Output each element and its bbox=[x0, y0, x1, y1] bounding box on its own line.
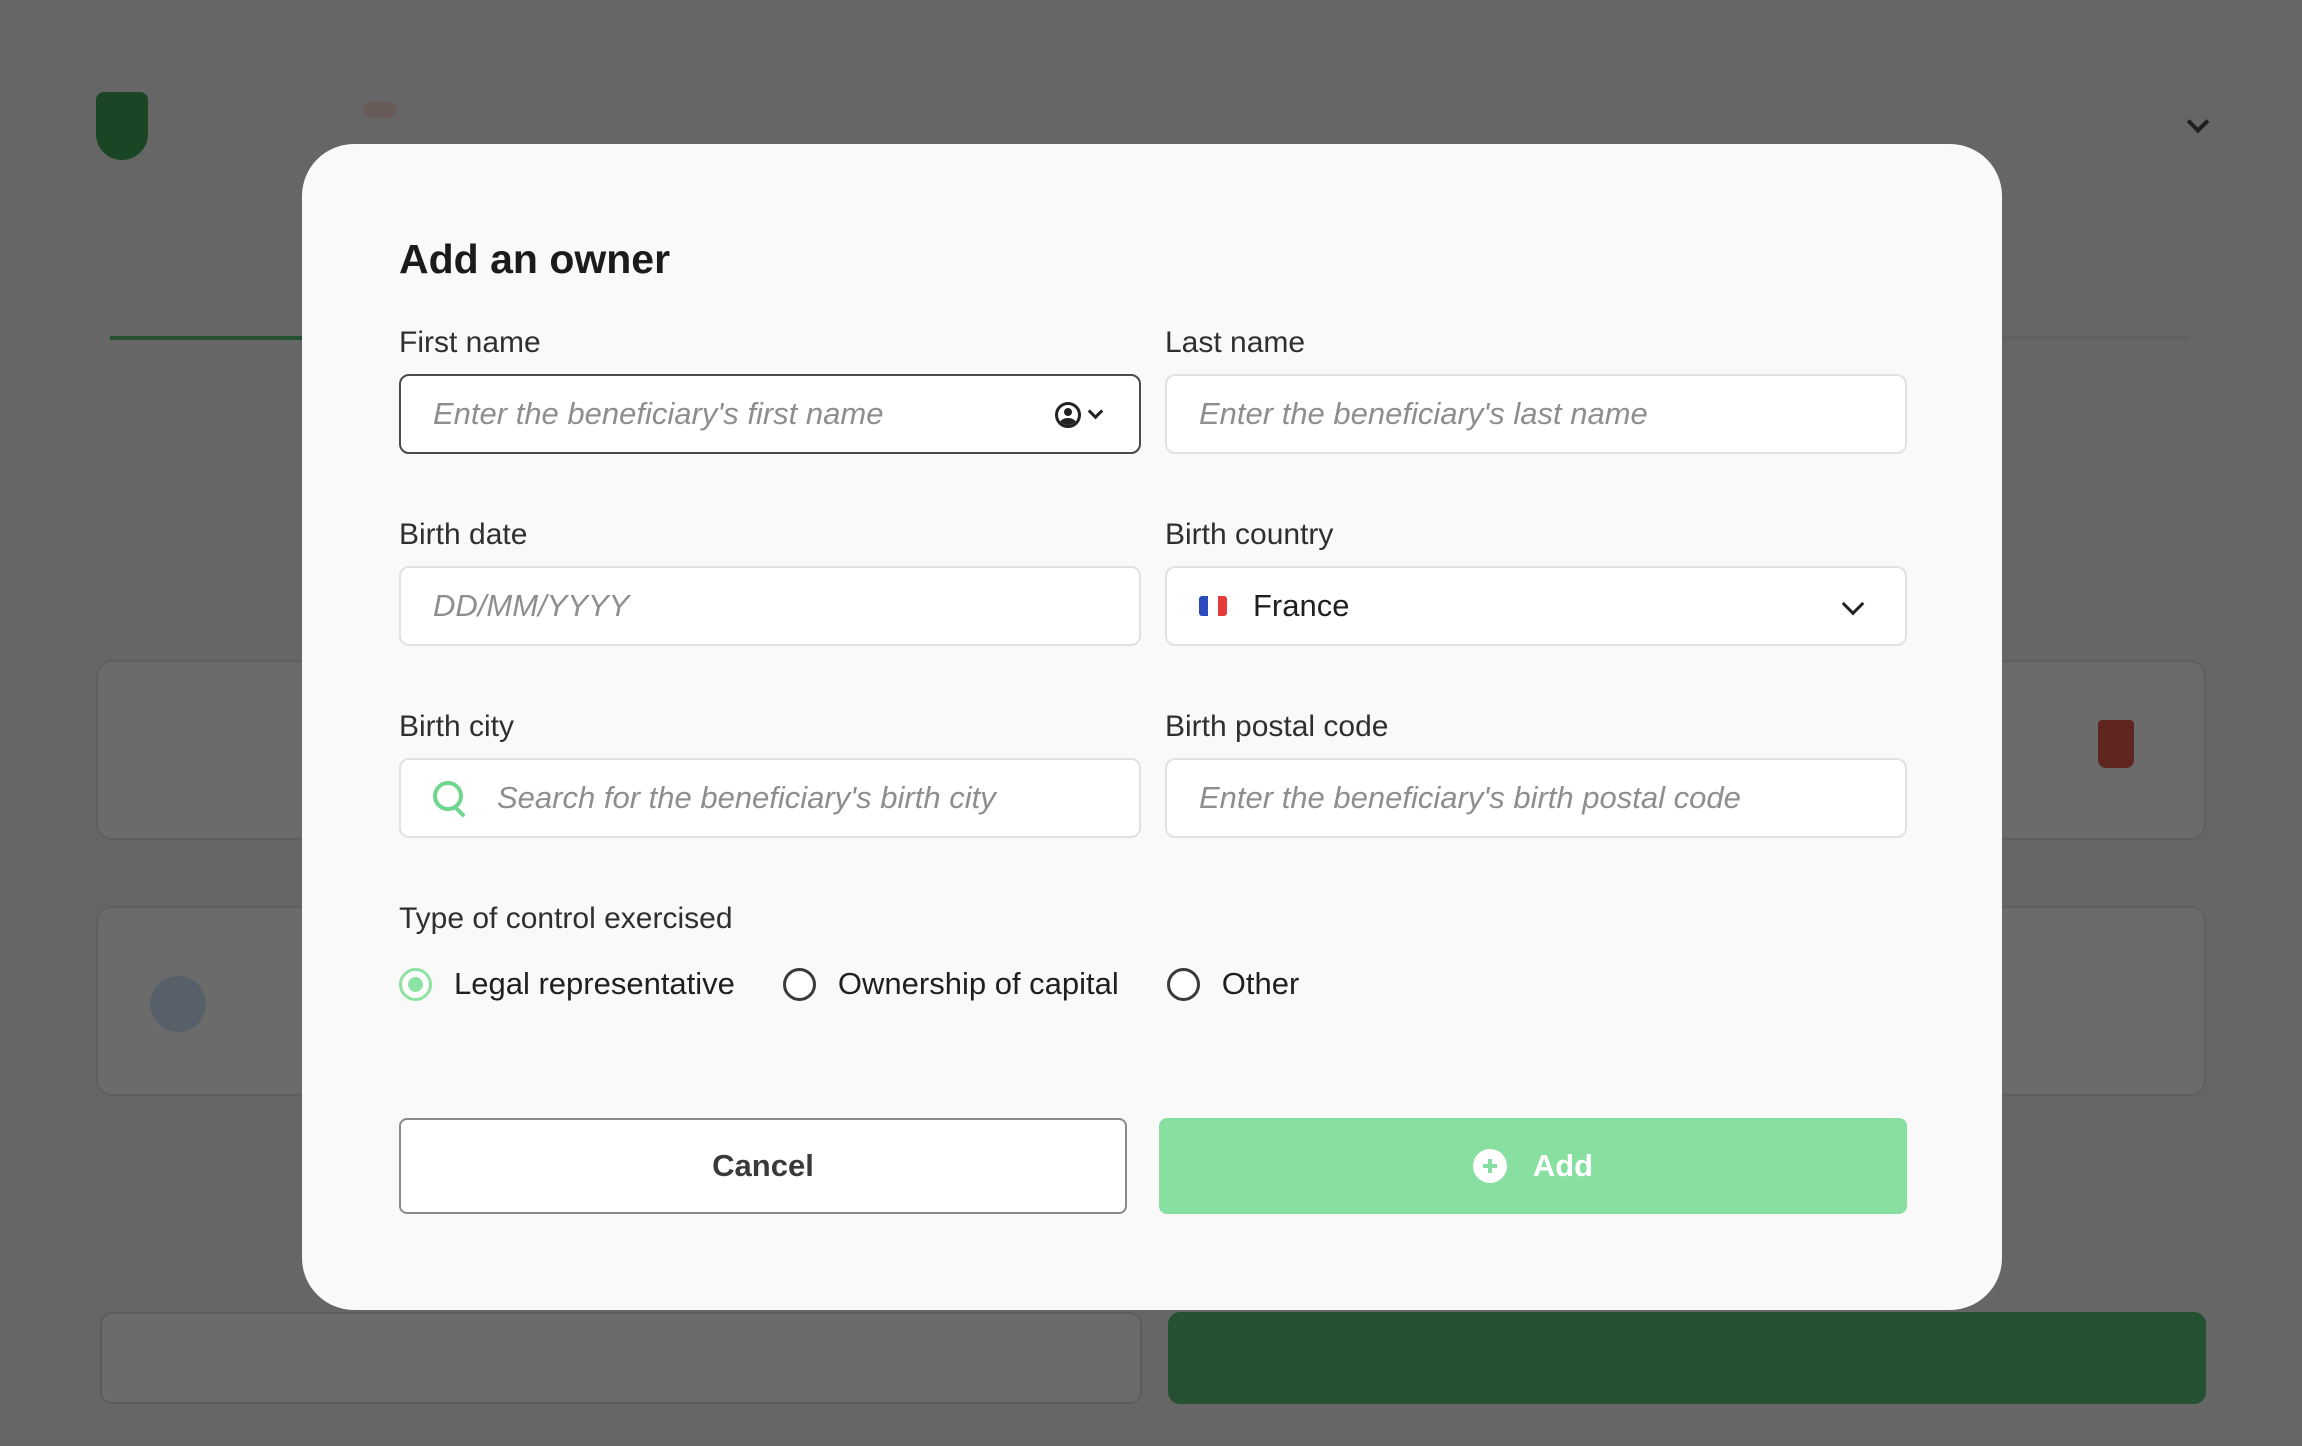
birth-country-label: Birth country bbox=[1165, 518, 1334, 551]
first-name-input[interactable]: Enter the beneficiary's first name bbox=[399, 374, 1141, 454]
plus-circle-icon bbox=[1472, 1149, 1507, 1183]
birth-date-label: Birth date bbox=[399, 518, 528, 551]
control-type-radio-group: Legal representative Ownership of capita… bbox=[399, 966, 1347, 1002]
radio-option-other[interactable]: Other bbox=[1166, 966, 1300, 1002]
last-name-input[interactable]: Enter the beneficiary's last name bbox=[1165, 374, 1907, 454]
radio-option-legal-representative[interactable]: Legal representative bbox=[399, 966, 735, 1002]
control-type-label: Type of control exercised bbox=[399, 902, 733, 935]
birth-postal-code-label: Birth postal code bbox=[1165, 710, 1389, 743]
last-name-label: Last name bbox=[1165, 326, 1306, 359]
france-flag-icon bbox=[1199, 596, 1227, 616]
birth-city-label: Birth city bbox=[399, 710, 515, 743]
chevron-down-icon[interactable] bbox=[1841, 592, 1865, 616]
add-button[interactable]: Add bbox=[1159, 1118, 1907, 1214]
first-name-label: First name bbox=[399, 326, 541, 359]
add-owner-modal: Add an owner First name Enter the benefi… bbox=[302, 144, 2002, 1310]
search-icon bbox=[433, 781, 467, 815]
cancel-button[interactable]: Cancel bbox=[399, 1118, 1127, 1214]
person-circle-icon[interactable] bbox=[1055, 402, 1081, 428]
cancel-button-label: Cancel bbox=[712, 1148, 814, 1183]
birth-country-select[interactable]: France bbox=[1165, 566, 1907, 646]
radio-label: Legal representative bbox=[454, 966, 735, 1001]
birth-city-placeholder: Search for the beneficiary's birth city bbox=[497, 780, 996, 815]
radio-button[interactable] bbox=[782, 967, 816, 1001]
birth-postal-code-input[interactable]: Enter the beneficiary's birth postal cod… bbox=[1165, 758, 1907, 838]
birth-city-search-input[interactable]: Search for the beneficiary's birth city bbox=[399, 758, 1141, 838]
radio-button[interactable] bbox=[1166, 967, 1200, 1001]
birth-country-value: France bbox=[1253, 588, 1350, 623]
radio-label: Ownership of capital bbox=[837, 966, 1119, 1001]
radio-label: Other bbox=[1221, 966, 1300, 1001]
add-button-label: Add bbox=[1532, 1148, 1594, 1183]
chevron-down-icon[interactable] bbox=[1087, 403, 1104, 420]
last-name-placeholder: Enter the beneficiary's last name bbox=[1199, 396, 1648, 431]
birth-date-placeholder: DD/MM/YYYY bbox=[433, 588, 630, 623]
first-name-placeholder: Enter the beneficiary's first name bbox=[433, 396, 884, 431]
modal-title: Add an owner bbox=[399, 236, 671, 282]
radio-option-ownership-of-capital[interactable]: Ownership of capital bbox=[782, 966, 1119, 1002]
birth-date-input[interactable]: DD/MM/YYYY bbox=[399, 566, 1141, 646]
radio-button-checked[interactable] bbox=[399, 967, 432, 1001]
birth-postal-code-placeholder: Enter the beneficiary's birth postal cod… bbox=[1199, 780, 1741, 815]
